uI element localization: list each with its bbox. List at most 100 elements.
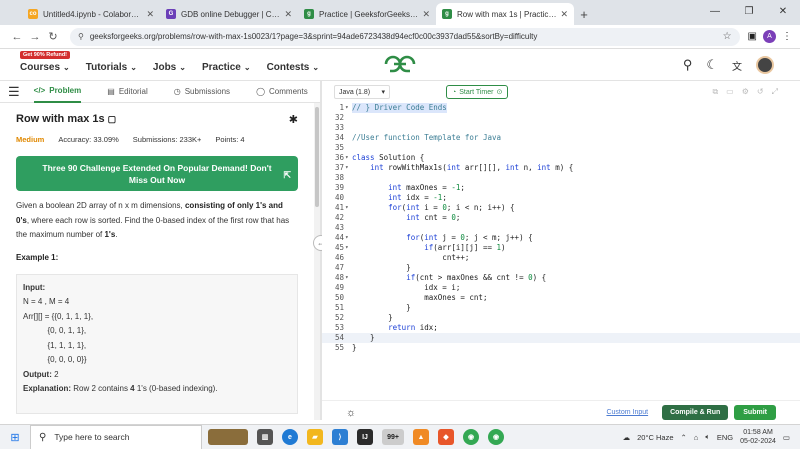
code-line[interactable]: 46 cnt++; — [322, 253, 800, 263]
clock[interactable]: 01:58 AM 05-02-2024 — [740, 428, 776, 446]
new-tab-button[interactable]: + — [574, 3, 594, 25]
notification-icon[interactable]: ▭ — [783, 433, 790, 442]
code-editor[interactable]: 1 ▾// } Driver Code Ends 32 33 34//User func… — [322, 103, 800, 400]
code-line[interactable]: 44 ▾ for(int j = 0; j < m; j++) { — [322, 233, 800, 243]
code-line[interactable]: 52 } — [322, 313, 800, 323]
forward-icon[interactable]: → — [26, 31, 44, 43]
code-line[interactable]: 1 ▾// } Driver Code Ends — [322, 103, 800, 113]
browser-tab[interactable]: gRow with max 1s | Practice | Geeks✕ — [436, 3, 574, 25]
code-line[interactable]: 42 int cnt = 0; — [322, 213, 800, 223]
code-line[interactable]: 39 int maxOnes = -1; — [322, 183, 800, 193]
tab-editorial[interactable]: ▤ Editorial — [107, 87, 147, 96]
tray-expand-icon[interactable]: ⌃ — [681, 433, 687, 442]
code-line[interactable]: 53 return idx; — [322, 323, 800, 333]
profile-avatar[interactable]: A — [763, 30, 776, 43]
code-line[interactable]: 54 } — [322, 333, 800, 343]
paste-icon[interactable]: ▭ — [726, 87, 734, 97]
volume-icon[interactable]: 🔈︎ — [705, 432, 710, 442]
promo-banner[interactable]: Three 90 Challenge Extended On Popular D… — [16, 156, 298, 191]
tab-problem[interactable]: </> Problem — [33, 81, 82, 103]
search-icon[interactable]: ⚲ — [683, 57, 693, 73]
hamburger-menu-icon[interactable]: ☰ — [8, 84, 20, 100]
language-select[interactable]: Java (1.8) ▾ — [334, 85, 390, 99]
nav-item-jobs[interactable]: Jobs ⌄ — [153, 62, 186, 73]
fold-arrow-icon[interactable]: ▾ — [345, 273, 351, 283]
close-tab-icon[interactable]: ✕ — [422, 9, 430, 20]
code-line[interactable]: 47 } — [322, 263, 800, 273]
browser-tab[interactable]: gPractice | GeeksforGeeks | A comp✕ — [298, 3, 436, 25]
chrome-icon[interactable]: ◉ — [463, 429, 479, 445]
vscode-icon[interactable]: ⟩ — [332, 429, 348, 445]
code-line[interactable]: 45 ▾ if(arr[i][j] == 1) — [322, 243, 800, 253]
close-tab-icon[interactable]: ✕ — [560, 9, 568, 20]
code-line[interactable]: 38 — [322, 173, 800, 183]
sidebar-icon[interactable]: ▣ — [748, 31, 757, 42]
reload-icon[interactable]: ↻ — [44, 30, 62, 43]
code-line[interactable]: 49 idx = i; — [322, 283, 800, 293]
close-tab-icon[interactable]: ✕ — [146, 9, 154, 20]
code-line[interactable]: 37 ▾ int rowWithMax1s(int arr[][], int n,… — [322, 163, 800, 173]
tab-submissions[interactable]: ◷ Submissions — [174, 87, 230, 96]
gfg-logo[interactable] — [381, 53, 419, 75]
bookmark-star-icon[interactable]: ☆ — [723, 31, 732, 42]
code-line[interactable]: 51 } — [322, 303, 800, 313]
code-line[interactable]: 34 //User function Template for Java — [322, 133, 800, 143]
brave-icon[interactable]: ◆ — [438, 429, 454, 445]
translate-icon[interactable]: 文 — [732, 58, 742, 73]
site-info-icon[interactable]: ⚲ — [78, 32, 84, 41]
back-icon[interactable]: ← — [8, 31, 26, 43]
start-timer-button[interactable]: ◔ Start Timer ⊙ — [446, 85, 509, 99]
chrome-icon-2[interactable]: ◉ — [488, 429, 504, 445]
code-line[interactable]: 36 ▾ class Solution { — [322, 153, 800, 163]
tab-comments[interactable]: ◯ Comments — [256, 87, 308, 96]
nav-item-practice[interactable]: Practice ⌄ — [202, 62, 251, 73]
fold-arrow-icon[interactable]: ▾ — [345, 103, 351, 113]
settings-icon[interactable]: ⚙ — [742, 87, 749, 97]
taskbar-search-input[interactable]: ⚲ Type here to search — [30, 424, 202, 449]
copy-icon[interactable]: ⧉ — [712, 87, 718, 97]
dark-mode-icon[interactable]: ☾ — [706, 57, 718, 73]
url-input[interactable]: ⚲ geeksforgeeks.org/problems/row-with-ma… — [70, 27, 740, 46]
custom-input-link[interactable]: Custom Input — [606, 409, 648, 416]
minimize-icon[interactable]: — — [698, 0, 732, 22]
fullscreen-icon[interactable]: ⤢ — [772, 87, 778, 97]
user-avatar[interactable] — [756, 56, 774, 74]
vlc-icon[interactable]: ▲ — [413, 429, 429, 445]
nav-item-contests[interactable]: Contests ⌄ — [267, 62, 320, 73]
code-line[interactable]: 35 — [322, 143, 800, 153]
intellij-icon[interactable]: IJ — [357, 429, 373, 445]
code-line[interactable]: 40 int idx = -1; — [322, 193, 800, 203]
nav-item-tutorials[interactable]: Tutorials ⌄ — [86, 62, 137, 73]
browser-menu-icon[interactable]: ⋮ — [782, 31, 792, 42]
code-line[interactable]: 33 — [322, 123, 800, 133]
submit-button[interactable]: Submit — [734, 405, 776, 420]
language-text[interactable]: ENG — [717, 433, 733, 442]
compile-run-button[interactable]: Compile & Run — [662, 405, 729, 420]
close-tab-icon[interactable]: ✕ — [284, 9, 292, 20]
task-view-icon[interactable]: ▥ — [257, 429, 273, 445]
code-line[interactable]: 55} — [322, 343, 800, 353]
browser-tab[interactable]: co Untitled4.ipynb - Colaboratory ✕ — [22, 3, 160, 25]
close-window-icon[interactable]: ✕ — [766, 0, 800, 22]
code-line[interactable]: 43 — [322, 223, 800, 233]
file-explorer-icon[interactable]: ▰ — [307, 429, 323, 445]
fold-arrow-icon[interactable]: ▾ — [345, 153, 351, 163]
code-line[interactable]: 50 maxOnes = cnt; — [322, 293, 800, 303]
network-icon[interactable]: ⌂ — [694, 433, 699, 442]
fold-arrow-icon[interactable]: ▾ — [345, 233, 351, 243]
bookmark-icon[interactable]: ▢ — [108, 114, 117, 125]
mail-icon[interactable]: 99+ — [382, 429, 404, 445]
code-line[interactable]: 32 — [322, 113, 800, 123]
restore-icon[interactable]: ❐ — [732, 0, 766, 22]
fold-arrow-icon[interactable]: ▾ — [345, 163, 351, 173]
theme-toggle-icon[interactable]: ☼ — [346, 407, 356, 419]
browser-tab[interactable]: GGDB online Debugger | Compiler - C✕ — [160, 3, 298, 25]
nav-item-courses[interactable]: Courses ⌄ — [20, 62, 70, 73]
scroll-thumb[interactable] — [315, 107, 319, 207]
report-bug-icon[interactable]: ✱ — [289, 113, 298, 126]
widget-image-icon[interactable] — [208, 429, 248, 445]
code-line[interactable]: 41 ▾ for(int i = 0; i < n; i++) { — [322, 203, 800, 213]
refund-badge[interactable]: Get 90% Refund! — [20, 51, 71, 59]
reset-icon[interactable]: ↺ — [757, 87, 764, 97]
fold-arrow-icon[interactable]: ▾ — [345, 203, 351, 213]
